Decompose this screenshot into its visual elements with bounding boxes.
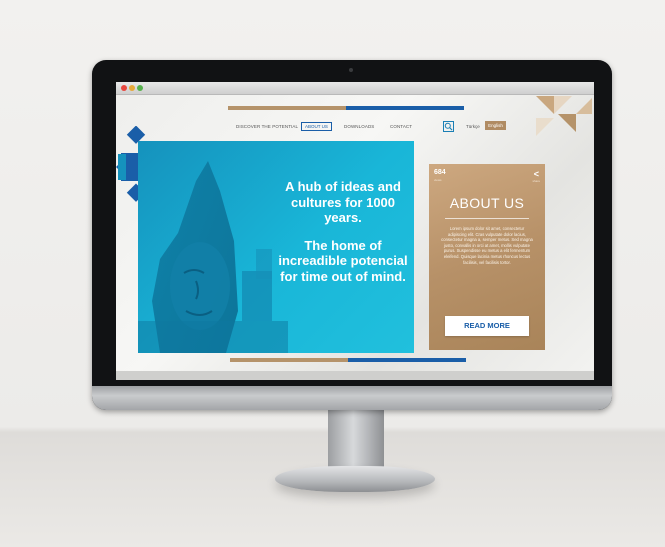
about-body: Lorem ipsum dolor sit amet, consectetur … — [441, 226, 533, 265]
camera-dot — [349, 68, 353, 72]
minimize-window-button[interactable] — [129, 85, 135, 91]
hero-banner: A hub of ideas and cultures for 1000 yea… — [138, 141, 414, 353]
maximize-window-button[interactable] — [137, 85, 143, 91]
bottom-tan-bar — [230, 358, 348, 362]
search-button[interactable] — [443, 121, 454, 132]
about-card: 684 views < share ABOUT US Lorem ipsum d… — [429, 164, 545, 350]
decorative-triangles — [536, 96, 592, 136]
hero-text: A hub of ideas and cultures for 1000 yea… — [278, 179, 408, 284]
read-more-button[interactable]: READ MORE — [445, 316, 529, 336]
language-turkish[interactable]: Türkçe — [466, 124, 480, 129]
view-count-label: views — [434, 178, 442, 182]
search-icon — [444, 122, 453, 131]
monitor-stand-base — [275, 466, 435, 492]
nav-discover[interactable]: DISCOVER THE POTENTIAL — [236, 124, 298, 129]
close-window-button[interactable] — [121, 85, 127, 91]
screen: DISCOVER THE POTENTIAL ABOUT US DOWNLOAD… — [116, 82, 594, 380]
share-icon[interactable]: < — [534, 169, 539, 179]
about-title: ABOUT US — [449, 195, 525, 211]
monitor-stand-neck — [328, 408, 384, 472]
top-tan-bar — [228, 106, 346, 110]
statue-image — [138, 161, 288, 353]
nav-contact[interactable]: CONTACT — [390, 124, 412, 129]
hero-subline: The home of increadible potencial for ti… — [278, 237, 408, 284]
nav-about-us[interactable]: ABOUT US — [301, 122, 332, 131]
top-blue-bar — [346, 106, 464, 110]
share-label: share — [532, 179, 540, 183]
monitor-chin — [92, 386, 612, 410]
bottom-blue-bar — [348, 358, 466, 362]
nav-downloads[interactable]: DOWNLOADS — [344, 124, 374, 129]
screen-bottom-strip — [116, 371, 594, 380]
browser-title-bar — [116, 82, 594, 95]
language-english[interactable]: English — [485, 121, 506, 130]
view-count: 684 — [434, 169, 446, 176]
hero-headline: A hub of ideas and cultures for 1000 yea… — [285, 179, 401, 225]
about-divider — [445, 218, 529, 219]
